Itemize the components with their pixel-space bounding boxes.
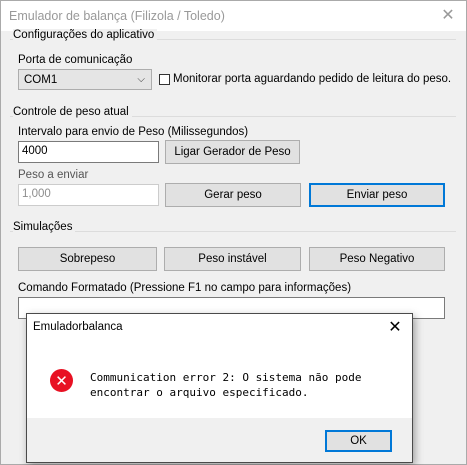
negative-weight-button[interactable]: Peso Negativo — [309, 247, 445, 271]
simulations-group-line — [10, 231, 456, 232]
window-title: Emulador de balança (Filizola / Toledo) — [9, 9, 225, 23]
dialog-footer: OK — [27, 418, 412, 462]
error-dialog: Emuladorbalanca ✕ ✕ Communication error … — [26, 313, 413, 463]
interval-label: Intervalo para envio de Peso (Milissegun… — [18, 126, 249, 138]
monitor-checkbox-label[interactable]: Monitorar porta aguardando pedido de lei… — [173, 73, 451, 85]
dialog-title: Emuladorbalanca — [33, 321, 123, 333]
window-close-icon[interactable]: ✕ — [437, 6, 459, 26]
command-label: Comando Formatado (Pressione F1 no campo… — [18, 282, 352, 294]
send-weight-button[interactable]: Enviar peso — [309, 183, 445, 207]
send-weight-label: Peso a enviar — [18, 169, 89, 181]
dialog-close-icon[interactable]: ✕ — [383, 317, 407, 339]
monitor-checkbox[interactable] — [159, 74, 170, 85]
config-group-label: Configurações do aplicativo — [13, 29, 158, 41]
error-icon: ✕ — [50, 369, 73, 392]
interval-input[interactable]: 4000 — [18, 141, 159, 163]
simulations-group-label: Simulações — [13, 221, 76, 233]
title-bar: Emulador de balança (Filizola / Toledo) … — [1, 1, 466, 31]
generate-weight-button[interactable]: Gerar peso — [165, 183, 301, 207]
port-label: Porta de comunicação — [18, 54, 133, 66]
port-combobox-value: COM1 — [24, 74, 58, 86]
weight-group-label: Controle de peso atual — [13, 106, 132, 118]
overweight-button[interactable]: Sobrepeso — [18, 247, 157, 271]
dialog-message: Communication error 2: O sistema não pod… — [90, 371, 362, 399]
port-combobox[interactable]: COM1 ⌵ — [18, 69, 152, 90]
send-weight-input[interactable]: 1,000 — [18, 184, 159, 206]
unstable-weight-button[interactable]: Peso instável — [164, 247, 301, 271]
ok-button[interactable]: OK — [325, 430, 392, 452]
weight-generator-button[interactable]: Ligar Gerador de Peso — [165, 140, 300, 164]
chevron-down-icon: ⌵ — [137, 74, 145, 85]
